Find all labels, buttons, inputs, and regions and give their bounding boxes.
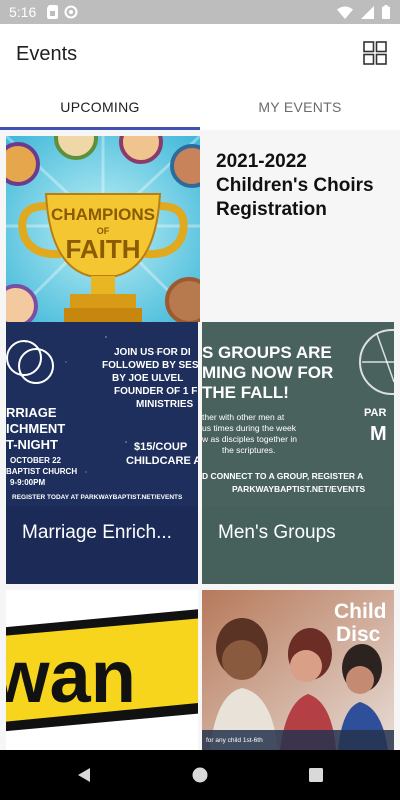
image-text-line: MING NOW FOR [202, 363, 333, 382]
marriage-enrichment-image: JOIN US FOR DI FOLLOWED BY SESS BY JOE U… [6, 322, 198, 506]
recents-icon[interactable] [306, 765, 326, 785]
mens-groups-image: S GROUPS ARE MING NOW FOR THE FALL! ther… [202, 322, 394, 506]
wifi-icon [337, 6, 353, 19]
event-title: 2021-2022 Children's Choirs Registration [216, 151, 374, 220]
image-text-line: ther with other men at [202, 412, 285, 422]
image-text-line: PAR [364, 407, 386, 419]
event-title: Marriage Enrich... [22, 522, 172, 543]
childrens-discipleship-image: Child Disc for any child 1st-6th [202, 590, 394, 750]
events-list: CHAMPIONS OF FAITH 2021-2022 Children's … [0, 130, 400, 750]
image-text-faith: FAITH [65, 234, 140, 264]
event-info-childrens-choirs[interactable]: 2021-2022 Children's Choirs Registration [200, 136, 400, 322]
image-text-champions: CHAMPIONS [51, 205, 155, 224]
back-icon[interactable] [74, 765, 94, 785]
image-text-line: w as disciples together in [202, 434, 297, 444]
image-text-line: the scriptures. [222, 445, 275, 455]
tab-bar: UPCOMING MY EVENTS [0, 84, 400, 130]
navigation-bar [0, 750, 400, 800]
image-text-line: PARKWAYBAPTIST.NET/EVENTS [232, 484, 366, 494]
image-text-line: S GROUPS ARE [202, 343, 332, 362]
sim-card-icon [47, 5, 58, 19]
image-text-line: ICHMENT [6, 421, 65, 436]
event-card-mens-groups[interactable]: S GROUPS ARE MING NOW FOR THE FALL! ther… [202, 322, 394, 584]
home-icon[interactable] [190, 765, 210, 785]
image-text-line: $15/COUP [134, 441, 187, 453]
image-text-line: FOLLOWED BY SESS [102, 360, 198, 371]
event-title: Men's Groups [218, 522, 336, 543]
image-text-line: REGISTER TODAY AT PARKWAYBAPTIST.NET/EVE… [12, 494, 183, 501]
image-text-line: BAPTIST CHURCH [6, 467, 77, 476]
status-time: 5:16 [9, 4, 37, 20]
image-text-line: BY JOE ULVEL [112, 373, 183, 384]
image-text-line: THE FALL! [202, 383, 289, 402]
image-text-line: 9-9:00PM [10, 478, 45, 487]
image-text-line: for any child 1st-6th [206, 737, 263, 744]
event-card-childrens-choirs[interactable]: CHAMPIONS OF FAITH [6, 136, 200, 322]
image-text-line: us times during the week [202, 423, 297, 433]
event-card-awana[interactable]: wan [6, 590, 198, 750]
tab-my-events[interactable]: MY EVENTS [200, 84, 400, 130]
image-text-awana: wan [6, 635, 136, 718]
champions-of-faith-image: CHAMPIONS OF FAITH [6, 136, 200, 322]
awana-logo-image: wan [6, 590, 198, 750]
signal-icon [361, 5, 374, 19]
tab-upcoming[interactable]: UPCOMING [0, 84, 200, 130]
image-text-line: T-NIGHT [6, 437, 58, 452]
image-text-line: CHILDCARE AV [126, 455, 198, 467]
image-text-line: MINISTRIES [136, 399, 194, 410]
grid-view-button[interactable] [363, 41, 387, 65]
grid-view-icon [363, 41, 387, 65]
image-text-line: M [370, 423, 387, 445]
battery-icon [382, 5, 390, 19]
image-text-line: Child [334, 600, 387, 623]
image-text-line: D CONNECT TO A GROUP, REGISTER A [202, 471, 363, 481]
image-text-line: OCTOBER 22 [10, 456, 62, 465]
image-text-line: JOIN US FOR DI [114, 347, 191, 358]
data-saver-icon [64, 5, 78, 19]
page-title: Events [16, 43, 78, 65]
app-bar: Events [0, 24, 400, 84]
image-text-line: FOUNDER OF 1 F [114, 386, 197, 397]
event-card-childrens-discipleship[interactable]: Child Disc for any child 1st-6th [202, 590, 394, 750]
event-card-marriage-enrichment[interactable]: JOIN US FOR DI FOLLOWED BY SESS BY JOE U… [6, 322, 198, 584]
status-bar: 5:16 [0, 0, 400, 24]
image-text-line: RRIAGE [6, 405, 57, 420]
image-text-line: Disc [336, 623, 381, 646]
